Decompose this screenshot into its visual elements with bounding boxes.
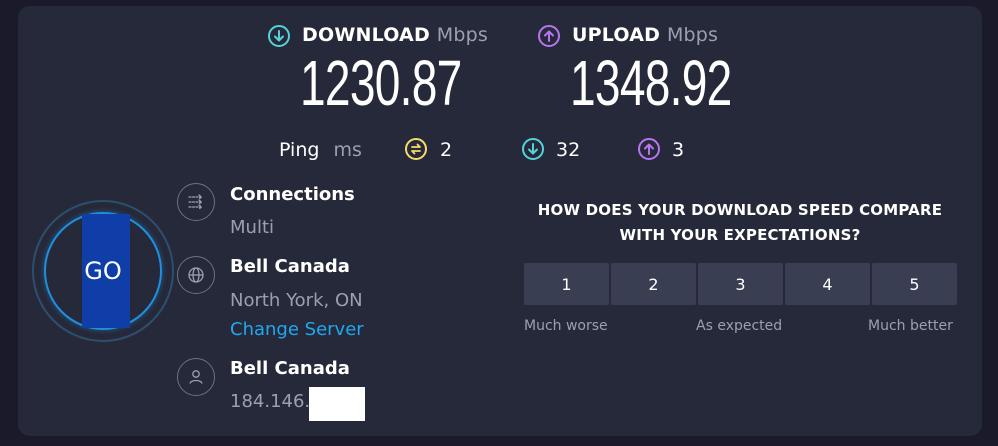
rating-mid-label: As expected (696, 318, 783, 334)
rating-option-5[interactable]: 5 (872, 263, 957, 305)
ip-redaction-box (309, 387, 365, 421)
user-icon (177, 358, 215, 396)
ping-download-value: 32 (556, 139, 581, 161)
survey-question: HOW DOES YOUR DOWNLOAD SPEED COMPARE WIT… (520, 198, 960, 248)
download-icon (268, 25, 290, 47)
idle-latency-icon (405, 138, 427, 160)
download-latency-icon (522, 138, 544, 160)
server-location: North York, ON (230, 290, 363, 311)
provider-ip: 184.146.1 (230, 391, 322, 412)
rating-high-label: Much better (868, 318, 953, 334)
upload-unit: Mbps (666, 24, 719, 46)
connections-title: Connections (230, 184, 355, 205)
upload-value: 1348.92 (570, 47, 732, 119)
connections-value: Multi (230, 217, 274, 238)
globe-icon (177, 256, 215, 294)
ping-idle-value: 2 (440, 139, 453, 161)
rating-option-2[interactable]: 2 (611, 263, 696, 305)
ping-unit: ms (333, 139, 362, 161)
survey-question-line1: HOW DOES YOUR DOWNLOAD SPEED COMPARE (537, 201, 943, 219)
download-value: 1230.87 (300, 47, 462, 119)
rating-option-3[interactable]: 3 (698, 263, 783, 305)
go-button[interactable]: GO (44, 212, 162, 330)
download-unit: Mbps (436, 24, 488, 46)
ping-heading: Ping ms (279, 139, 362, 161)
upload-latency-icon (638, 138, 660, 160)
download-heading: DOWNLOAD Mbps (302, 24, 488, 46)
ping-label: Ping (279, 139, 320, 161)
upload-icon (538, 25, 560, 47)
upload-heading: UPLOAD Mbps (572, 24, 718, 46)
upload-label: UPLOAD (572, 24, 661, 46)
ping-upload-value: 3 (672, 139, 685, 161)
connections-icon (177, 183, 215, 221)
survey-question-line2: WITH YOUR EXPECTATIONS? (619, 226, 861, 244)
download-label: DOWNLOAD (302, 24, 430, 46)
provider-title: Bell Canada (230, 358, 350, 379)
rating-low-label: Much worse (524, 318, 608, 334)
change-server-link[interactable]: Change Server (230, 319, 364, 340)
server-title: Bell Canada (230, 256, 350, 277)
rating-option-4[interactable]: 4 (785, 263, 870, 305)
rating-option-1[interactable]: 1 (524, 263, 609, 305)
